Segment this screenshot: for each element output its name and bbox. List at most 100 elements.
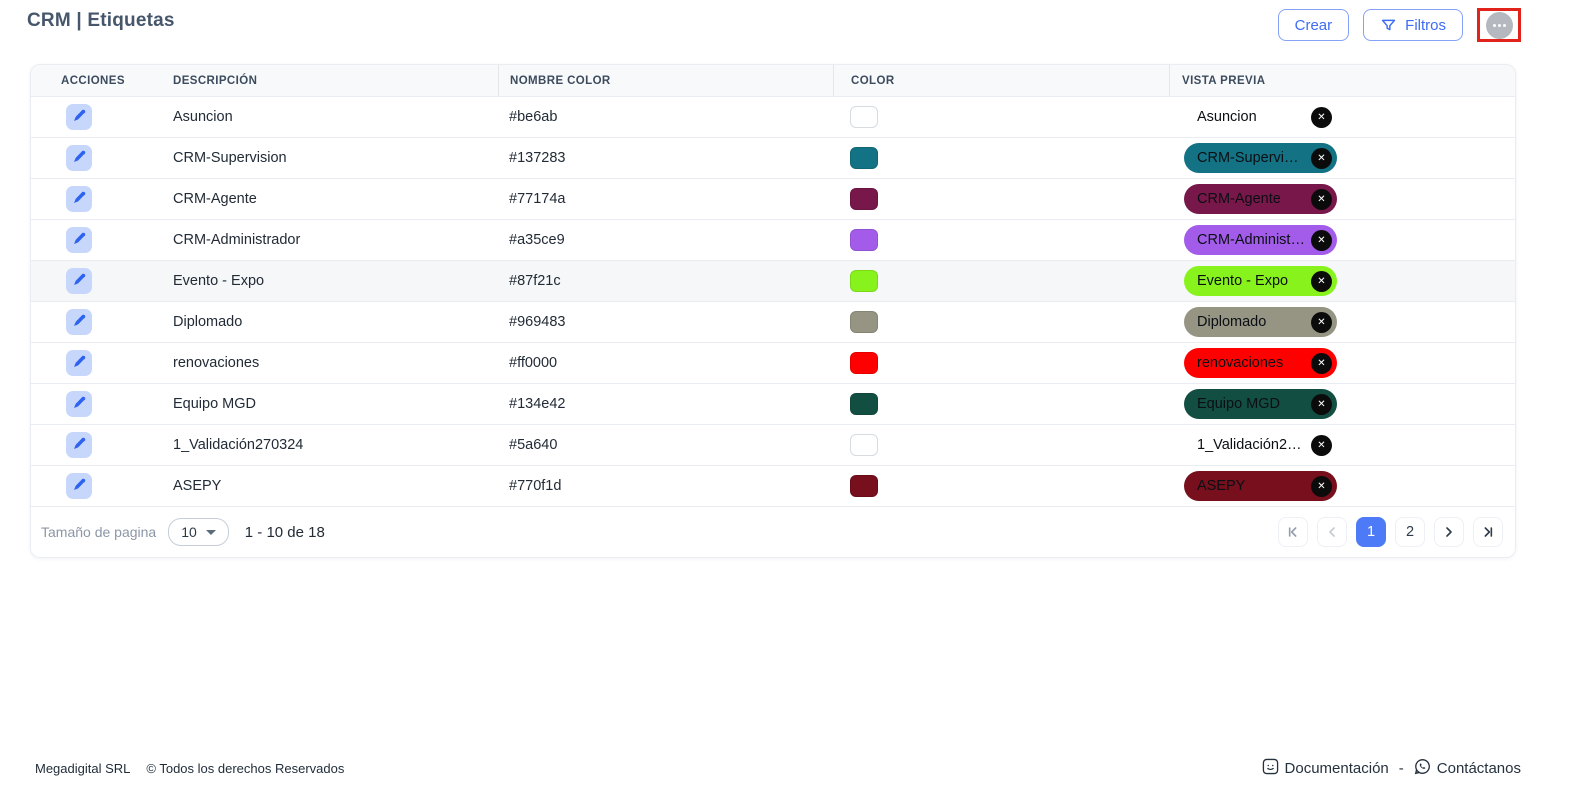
actions-cell	[31, 391, 166, 417]
column-header-vista-previa: VISTA PREVIA	[1169, 65, 1515, 96]
table-row: ASEPY #770f1d ASEPY ✕	[31, 465, 1515, 506]
close-icon: ✕	[1317, 480, 1326, 492]
chip-close-button[interactable]: ✕	[1311, 106, 1332, 128]
chip-close-button[interactable]: ✕	[1311, 434, 1332, 456]
page-2-button[interactable]: 2	[1395, 517, 1425, 547]
table-row: Asuncion #be6ab Asuncion ✕	[31, 96, 1515, 137]
more-options-button[interactable]	[1485, 11, 1513, 39]
color-name-text: #ff0000	[509, 355, 558, 371]
pencil-icon	[72, 437, 86, 454]
chip-label: CRM-Agente	[1197, 191, 1281, 207]
chip-close-button[interactable]: ✕	[1311, 352, 1332, 374]
chip-close-button[interactable]: ✕	[1311, 270, 1332, 292]
page-size-select[interactable]: 10	[168, 518, 229, 546]
crear-button-label: Crear	[1294, 16, 1333, 34]
whatsapp-contact-icon	[1414, 758, 1431, 779]
edit-button[interactable]	[66, 432, 92, 458]
preview-cell: CRM-Agente ✕	[1169, 184, 1515, 214]
table-row: Equipo MGD #134e42 Equipo MGD ✕	[31, 383, 1515, 424]
color-name-text: #137283	[509, 150, 566, 166]
preview-cell: renovaciones ✕	[1169, 348, 1515, 378]
documentation-link[interactable]: Documentación	[1262, 758, 1389, 779]
color-cell	[833, 270, 1169, 292]
preview-chip: CRM-Administrador ✕	[1184, 225, 1337, 255]
chip-close-button[interactable]: ✕	[1311, 393, 1332, 415]
description-text: ASEPY	[173, 478, 222, 494]
description-text: 1_Validación270324	[173, 437, 304, 453]
table-row: CRM-Supervision #137283 CRM-Supervision …	[31, 137, 1515, 178]
page-1-button[interactable]: 1	[1356, 517, 1386, 547]
column-header-color: COLOR	[833, 65, 1169, 96]
pagination-range-text: 1 - 10 de 18	[244, 523, 325, 541]
color-cell	[833, 188, 1169, 210]
color-name-text: #134e42	[509, 396, 566, 412]
pagination-bar: Tamaño de pagina 10 1 - 10 de 18 1 2	[31, 506, 1515, 557]
description-text: CRM-Agente	[173, 191, 257, 207]
pagination-controls: 1 2	[1278, 517, 1503, 547]
actions-cell	[31, 227, 166, 253]
edit-button[interactable]	[66, 309, 92, 335]
edit-button[interactable]	[66, 227, 92, 253]
color-name-text: #be6ab	[509, 109, 558, 125]
pencil-icon	[72, 109, 86, 126]
color-cell	[833, 434, 1169, 456]
chip-close-button[interactable]: ✕	[1311, 229, 1332, 251]
table-row: renovaciones #ff0000 renovaciones ✕	[31, 342, 1515, 383]
first-page-button[interactable]	[1278, 517, 1308, 547]
crear-button[interactable]: Crear	[1277, 9, 1350, 41]
chip-label: CRM-Supervision	[1197, 150, 1305, 166]
color-swatch	[850, 188, 878, 210]
chip-close-button[interactable]: ✕	[1311, 311, 1332, 333]
next-page-button[interactable]	[1434, 517, 1464, 547]
pencil-icon	[72, 355, 86, 372]
actions-cell	[31, 186, 166, 212]
chevron-down-icon	[205, 529, 216, 535]
chip-label: Diplomado	[1197, 314, 1267, 330]
edit-button[interactable]	[66, 186, 92, 212]
contact-link[interactable]: Contáctanos	[1414, 758, 1521, 779]
edit-button[interactable]	[66, 473, 92, 499]
action-highlight-box	[1477, 8, 1521, 42]
prev-page-button[interactable]	[1317, 517, 1347, 547]
pencil-icon	[72, 314, 86, 331]
close-icon: ✕	[1317, 316, 1326, 328]
edit-button[interactable]	[66, 145, 92, 171]
chip-close-button[interactable]: ✕	[1311, 147, 1332, 169]
preview-chip: CRM-Agente ✕	[1184, 184, 1337, 214]
edit-button[interactable]	[66, 350, 92, 376]
color-cell	[833, 147, 1169, 169]
last-page-button[interactable]	[1473, 517, 1503, 547]
table-row: CRM-Agente #77174a CRM-Agente ✕	[31, 178, 1515, 219]
pencil-icon	[72, 191, 86, 208]
actions-cell	[31, 473, 166, 499]
preview-cell: CRM-Administrador ✕	[1169, 225, 1515, 255]
color-cell	[833, 352, 1169, 374]
preview-cell: Equipo MGD ✕	[1169, 389, 1515, 419]
table-row: Diplomado #969483 Diplomado ✕	[31, 301, 1515, 342]
actions-cell	[31, 350, 166, 376]
footer-left: Megadigital SRL © Todos los derechos Res…	[35, 761, 344, 776]
chip-close-button[interactable]: ✕	[1311, 188, 1332, 210]
chip-close-button[interactable]: ✕	[1311, 475, 1332, 497]
edit-button[interactable]	[66, 268, 92, 294]
table-row: Evento - Expo #87f21c Evento - Expo ✕	[31, 260, 1515, 301]
color-cell	[833, 229, 1169, 251]
preview-chip: ASEPY ✕	[1184, 471, 1337, 501]
color-swatch	[850, 106, 878, 128]
preview-chip: Evento - Expo ✕	[1184, 266, 1337, 296]
preview-cell: Diplomado ✕	[1169, 307, 1515, 337]
color-swatch	[850, 311, 878, 333]
first-page-icon	[1285, 524, 1301, 540]
page-size-value: 10	[181, 524, 197, 540]
edit-button[interactable]	[66, 104, 92, 130]
preview-chip: CRM-Supervision ✕	[1184, 143, 1337, 173]
footer-separator: -	[1398, 760, 1404, 777]
filtros-button[interactable]: Filtros	[1363, 9, 1463, 41]
edit-button[interactable]	[66, 391, 92, 417]
filtros-button-label: Filtros	[1405, 16, 1446, 34]
table-body: Asuncion #be6ab Asuncion ✕ CRM-Supervisi…	[31, 96, 1515, 506]
close-icon: ✕	[1317, 398, 1326, 410]
chevron-left-icon	[1324, 524, 1340, 540]
color-name-text: #5a640	[509, 437, 558, 453]
pencil-icon	[72, 478, 86, 495]
